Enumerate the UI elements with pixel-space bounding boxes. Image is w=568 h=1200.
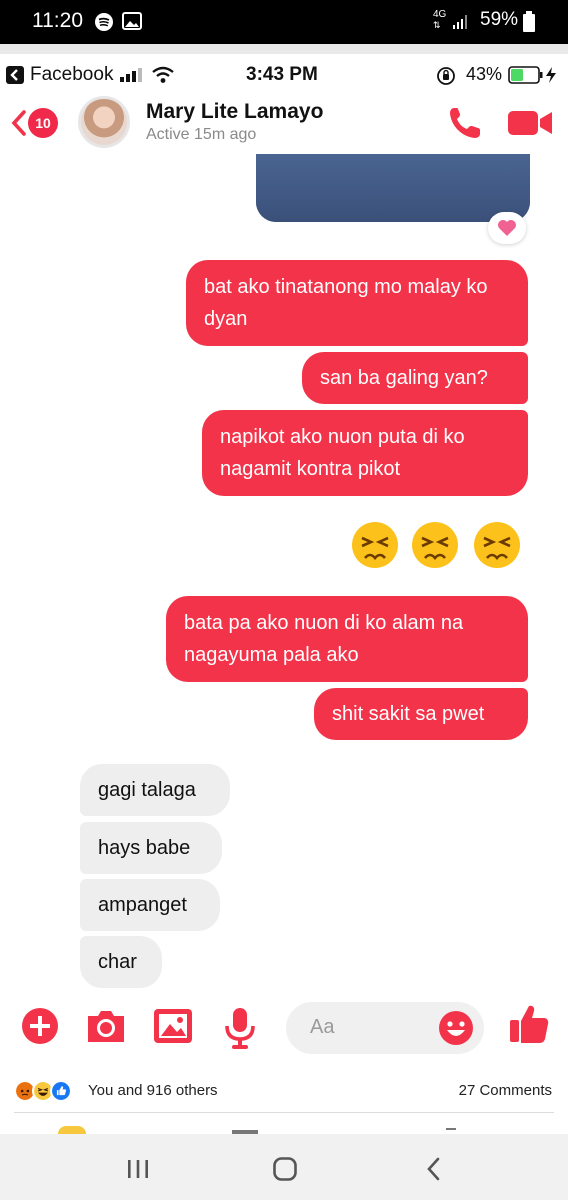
message-out[interactable]: napikot ako nuon puta di ko nagamit kont… xyxy=(202,410,528,496)
spotify-icon xyxy=(95,13,113,31)
ios-status-bar: Facebook 3:43 PM 43% xyxy=(0,54,568,94)
ios-battery-percent: 43% xyxy=(466,64,503,84)
android-nav-bar xyxy=(0,1134,568,1200)
message-out[interactable]: shit sakit sa pwet xyxy=(314,688,528,740)
persevering-face-emoji[interactable] xyxy=(350,520,400,570)
partial-emoji-icon xyxy=(58,1126,86,1134)
avatar[interactable] xyxy=(78,96,130,148)
recent-apps-icon[interactable] xyxy=(126,1158,150,1180)
plus-icon[interactable] xyxy=(20,1006,60,1046)
persevering-face-emoji[interactable] xyxy=(410,520,460,570)
heart-reaction-icon[interactable] xyxy=(488,212,526,244)
like-reaction-icon xyxy=(50,1080,72,1102)
message-input-placeholder: Aa xyxy=(310,1016,335,1038)
ios-battery-icon xyxy=(508,66,556,84)
camera-icon[interactable] xyxy=(84,1006,128,1046)
message-out[interactable]: san ba galing yan? xyxy=(302,352,528,404)
emoji-picker-icon[interactable] xyxy=(438,1010,474,1046)
gallery-icon xyxy=(122,12,142,30)
ios-clock: 3:43 PM xyxy=(246,64,318,85)
back-app-label: Facebook xyxy=(30,64,114,85)
post-footer: You and 916 others 27 Comments xyxy=(0,1064,568,1134)
chat-header: 10 Mary Lite Lamayo Active 15m ago xyxy=(0,94,568,154)
message-out[interactable]: bata pa ako nuon di ko alam na nagayuma … xyxy=(166,596,528,682)
network-type: 4G ⇅ xyxy=(433,9,447,31)
message-in[interactable]: gagi talaga xyxy=(80,764,230,816)
comments-count[interactable]: 27 Comments xyxy=(459,1082,552,1099)
back-arrow-box-icon xyxy=(6,66,24,84)
persevering-face-emoji[interactable] xyxy=(472,520,522,570)
video-call-icon[interactable] xyxy=(508,108,552,138)
android-status-bar: 11:20 4G ⇅ 59% xyxy=(0,0,568,44)
ios-signal-icon xyxy=(120,68,143,82)
message-in[interactable]: ampanget xyxy=(80,879,220,931)
home-icon[interactable] xyxy=(272,1156,298,1182)
wifi-icon xyxy=(152,66,175,83)
message-in[interactable]: char xyxy=(80,936,162,988)
orientation-lock-icon xyxy=(437,67,455,85)
screenshot-border xyxy=(0,44,568,54)
battery-icon xyxy=(523,11,535,32)
shared-photo[interactable] xyxy=(256,154,530,222)
conversation: bat ako tinatanong mo malay ko dyan san … xyxy=(0,154,568,994)
unread-badge: 10 xyxy=(28,108,58,138)
reaction-icons[interactable] xyxy=(14,1080,72,1102)
microphone-icon[interactable] xyxy=(222,1006,258,1050)
signal-icon xyxy=(453,15,467,29)
back-button[interactable]: 10 xyxy=(10,106,62,140)
reactions-summary[interactable]: You and 916 others xyxy=(88,1082,218,1099)
message-out[interactable]: bat ako tinatanong mo malay ko dyan xyxy=(186,260,528,346)
phone-call-icon[interactable] xyxy=(446,104,484,142)
android-clock: 11:20 xyxy=(32,9,83,32)
thumbs-up-icon[interactable] xyxy=(508,1002,550,1046)
message-input[interactable]: Aa xyxy=(286,1002,484,1054)
divider xyxy=(14,1112,554,1113)
chevron-left-icon xyxy=(11,110,26,136)
message-composer: Aa xyxy=(0,994,568,1064)
contact-name[interactable]: Mary Lite Lamayo xyxy=(146,100,323,124)
back-nav-icon[interactable] xyxy=(424,1156,442,1182)
image-icon[interactable] xyxy=(152,1006,194,1046)
message-in[interactable]: hays babe xyxy=(80,822,222,874)
android-battery-percent: 59% xyxy=(480,9,519,30)
active-status: Active 15m ago xyxy=(146,126,257,143)
back-to-app-link[interactable]: Facebook xyxy=(6,64,175,86)
